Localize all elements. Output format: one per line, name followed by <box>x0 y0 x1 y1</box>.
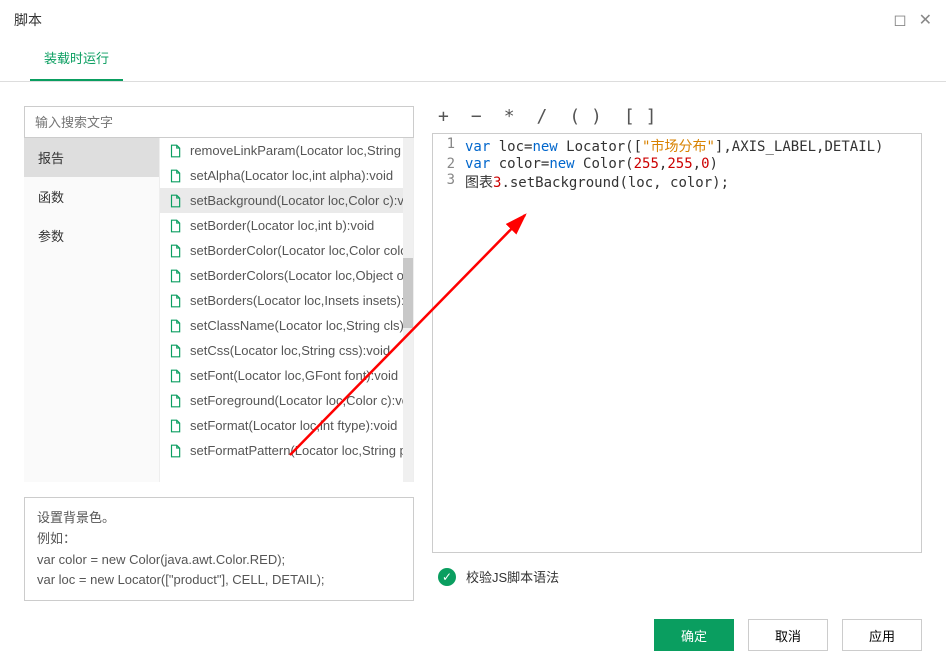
code-editor[interactable]: 1var loc=new Locator(["市场分布"],AXIS_LABEL… <box>432 133 922 553</box>
file-icon <box>168 394 182 408</box>
file-icon <box>168 344 182 358</box>
file-icon <box>168 419 182 433</box>
method-item[interactable]: setAlpha(Locator loc,int alpha):void <box>160 163 413 188</box>
method-item[interactable]: setBorder(Locator loc,int b):void <box>160 213 413 238</box>
help-panel: 设置背景色。 例如： var color = new Color(java.aw… <box>24 497 414 601</box>
sidebar: 报告 函数 参数 <box>24 138 159 482</box>
method-item[interactable]: setBorderColor(Locator loc,Color colo <box>160 238 413 263</box>
validate-row[interactable]: ✓ 校验JS脚本语法 <box>432 553 922 600</box>
method-list[interactable]: removeLinkParam(Locator loc,String csetA… <box>159 138 414 482</box>
method-item[interactable]: setClassName(Locator loc,String cls):v <box>160 313 413 338</box>
check-icon: ✓ <box>438 568 456 586</box>
file-icon <box>168 269 182 283</box>
op-minus[interactable]: − <box>471 106 482 127</box>
op-div[interactable]: / <box>537 106 548 127</box>
method-item[interactable]: setBorders(Locator loc,Insets insets):v <box>160 288 413 313</box>
method-item[interactable]: setCss(Locator loc,String css):void <box>160 338 413 363</box>
apply-button[interactable]: 应用 <box>842 619 922 651</box>
file-icon <box>168 219 182 233</box>
ok-button[interactable]: 确定 <box>654 619 734 651</box>
window-title: 脚本 <box>14 10 42 30</box>
sidebar-item-param[interactable]: 参数 <box>24 216 159 255</box>
editor-toolbar: + − * / ( ) [ ] <box>432 106 922 133</box>
op-bracket[interactable]: [ ] <box>624 106 657 127</box>
method-item[interactable]: removeLinkParam(Locator loc,String c <box>160 138 413 163</box>
op-plus[interactable]: + <box>438 106 449 127</box>
file-icon <box>168 244 182 258</box>
maximize-icon[interactable]: ◻ <box>893 10 906 30</box>
scrollbar-track[interactable] <box>403 138 413 482</box>
close-icon[interactable]: ✕ <box>919 10 932 30</box>
file-icon <box>168 319 182 333</box>
file-icon <box>168 169 182 183</box>
cancel-button[interactable]: 取消 <box>748 619 828 651</box>
method-item[interactable]: setBackground(Locator loc,Color c):vo <box>160 188 413 213</box>
scrollbar-thumb[interactable] <box>403 258 413 328</box>
file-icon <box>168 144 182 158</box>
sidebar-item-report[interactable]: 报告 <box>24 138 159 177</box>
method-item[interactable]: setFormat(Locator loc,int ftype):void <box>160 413 413 438</box>
sidebar-item-function[interactable]: 函数 <box>24 177 159 216</box>
method-item[interactable]: setBorderColors(Locator loc,Object ob <box>160 263 413 288</box>
method-item[interactable]: setForeground(Locator loc,Color c):vo <box>160 388 413 413</box>
op-mult[interactable]: * <box>504 106 515 127</box>
method-item[interactable]: setFormatPattern(Locator loc,String pa <box>160 438 413 463</box>
file-icon <box>168 294 182 308</box>
search-input[interactable] <box>24 106 414 138</box>
tab-onload[interactable]: 装载时运行 <box>30 38 123 81</box>
op-paren[interactable]: ( ) <box>569 106 602 127</box>
file-icon <box>168 444 182 458</box>
method-item[interactable]: setFont(Locator loc,GFont font):void <box>160 363 413 388</box>
file-icon <box>168 369 182 383</box>
file-icon <box>168 194 182 208</box>
